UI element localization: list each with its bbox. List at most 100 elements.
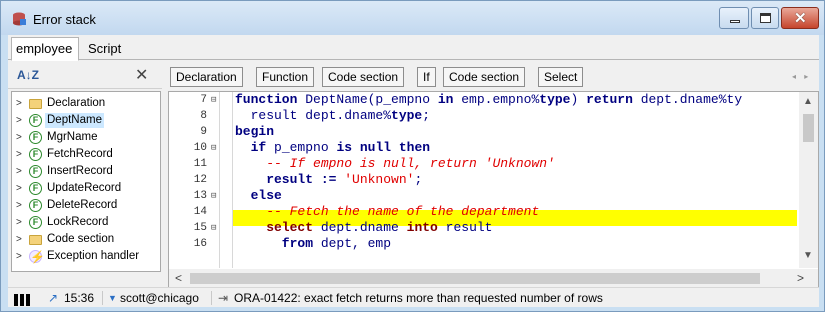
folder-icon bbox=[29, 235, 42, 245]
gutter-divider bbox=[219, 92, 220, 268]
line-number: 15 bbox=[193, 222, 207, 234]
tree-item-updaterecord[interactable]: > F UpdateRecord bbox=[12, 181, 160, 196]
error-stack-window: Error stack ✕ employee Script A↓Z ✕ > De… bbox=[0, 0, 825, 312]
function-icon: F bbox=[29, 216, 42, 229]
function-icon: F bbox=[29, 148, 42, 161]
code-line-11: -- If empno is null, return 'Unknown' bbox=[235, 156, 555, 171]
tree-item-label: FetchRecord bbox=[47, 148, 113, 160]
code-line-14: -- Fetch the name of the department bbox=[235, 204, 540, 219]
line-number: 9 bbox=[200, 126, 207, 138]
gutter-divider bbox=[232, 92, 233, 268]
status-separator bbox=[211, 291, 212, 305]
window-title: Error stack bbox=[33, 12, 96, 27]
horizontal-scrollbar[interactable]: < > bbox=[169, 269, 818, 288]
vertical-scrollbar[interactable]: ▲ ▼ bbox=[799, 92, 818, 268]
breadcrumb-select[interactable]: Select bbox=[538, 67, 584, 87]
breadcrumb-declaration[interactable]: Declaration bbox=[170, 67, 243, 87]
status-message: ORA-01422: exact fetch returns more than… bbox=[234, 291, 603, 305]
pin-icon[interactable]: ↗ bbox=[48, 288, 58, 308]
fold-minus-icon[interactable]: ⊟ bbox=[211, 223, 216, 233]
folder-icon bbox=[29, 99, 42, 109]
breadcrumb-if[interactable]: If bbox=[417, 67, 436, 87]
maximize-button[interactable] bbox=[751, 7, 779, 29]
chevron-right-icon[interactable]: > bbox=[16, 249, 22, 264]
tree-item-code-section[interactable]: > Code section bbox=[12, 232, 160, 247]
fold-minus-icon[interactable]: ⊟ bbox=[211, 95, 216, 105]
minimize-button[interactable] bbox=[719, 7, 749, 29]
tree-item-deleterecord[interactable]: > F DeleteRecord bbox=[12, 198, 160, 213]
tree-item-label: UpdateRecord bbox=[47, 182, 122, 194]
code-line-9: begin bbox=[235, 124, 275, 139]
chevron-right-icon[interactable]: > bbox=[16, 113, 22, 128]
chevron-right-icon[interactable]: > bbox=[16, 198, 22, 213]
function-icon: F bbox=[29, 199, 42, 212]
client-area: employee Script A↓Z ✕ > Declaration > F … bbox=[8, 35, 819, 307]
status-bar: ↗ 15:36 ▼ scott@chicago ⇥ ORA-01422: exa… bbox=[8, 287, 819, 307]
tree-item-lockrecord[interactable]: > F LockRecord bbox=[12, 215, 160, 230]
code-line-13: else bbox=[235, 188, 282, 203]
line-number: 13 bbox=[193, 190, 207, 202]
tab-employee[interactable]: employee bbox=[11, 37, 80, 61]
breadcrumb-code-section[interactable]: Code section bbox=[322, 67, 405, 87]
code-editor[interactable]: 7 ⊟ 8 9 10 ⊟ 11 12 13 ⊟ 14 15 ⊟ 16 funct… bbox=[168, 91, 819, 289]
chevron-down-icon[interactable]: ▼ bbox=[108, 288, 117, 308]
code-panel: Declaration Function Code section If Cod… bbox=[168, 61, 819, 289]
line-number: 8 bbox=[200, 110, 207, 122]
minimize-icon bbox=[730, 20, 740, 23]
structure-tree: > Declaration > F DeptName > F MgrName >… bbox=[11, 91, 161, 272]
close-icon: ✕ bbox=[794, 10, 807, 27]
chevron-right-icon[interactable]: > bbox=[16, 181, 22, 196]
chevron-right-icon[interactable]: > bbox=[16, 96, 22, 111]
breadcrumb-scroll-icon[interactable]: ◂ ▸ bbox=[792, 72, 811, 81]
code-line-10: if p_empno is null then bbox=[235, 140, 431, 155]
tree-item-label: Declaration bbox=[47, 97, 106, 109]
tree-item-label: DeptName bbox=[45, 113, 104, 128]
maximize-icon bbox=[760, 13, 771, 23]
chevron-right-icon[interactable]: > bbox=[16, 130, 22, 145]
code-line-16: from dept, emp bbox=[235, 236, 392, 251]
title-bar[interactable]: Error stack ✕ bbox=[1, 1, 824, 35]
fold-minus-icon[interactable]: ⊟ bbox=[211, 191, 216, 201]
chevron-right-icon[interactable]: > bbox=[16, 147, 22, 162]
sort-az-icon[interactable]: A↓Z bbox=[17, 68, 39, 82]
close-button[interactable]: ✕ bbox=[781, 7, 819, 29]
function-icon: F bbox=[29, 165, 42, 178]
tree-item-label: InsertRecord bbox=[47, 165, 113, 177]
exception-icon: ⚡ bbox=[29, 250, 45, 264]
scroll-right-icon[interactable]: > bbox=[797, 271, 804, 285]
tab-strip: employee Script bbox=[8, 35, 819, 61]
tree-item-exception-handler[interactable]: > ⚡ Exception handler bbox=[12, 249, 160, 264]
tab-script[interactable]: Script bbox=[84, 38, 127, 60]
tree-item-fetchrecord[interactable]: > F FetchRecord bbox=[12, 147, 160, 162]
function-icon: F bbox=[29, 131, 42, 144]
breadcrumb-code-section-2[interactable]: Code section bbox=[443, 67, 526, 87]
scroll-down-icon[interactable]: ▼ bbox=[803, 250, 813, 261]
tree-item-mgrname[interactable]: > F MgrName bbox=[12, 130, 160, 145]
code-line-8: result dept.dname%type; bbox=[235, 108, 431, 123]
line-number: 7 bbox=[200, 94, 207, 106]
vertical-scroll-thumb[interactable] bbox=[803, 114, 814, 142]
tree-header: A↓Z ✕ bbox=[8, 61, 162, 89]
tree-item-deptname[interactable]: > F DeptName bbox=[12, 113, 160, 128]
status-time: 15:36 bbox=[64, 291, 95, 305]
breadcrumb-function[interactable]: Function bbox=[256, 67, 315, 87]
function-icon: F bbox=[29, 182, 42, 195]
fold-minus-icon[interactable]: ⊟ bbox=[211, 143, 216, 153]
chevron-right-icon[interactable]: > bbox=[16, 164, 22, 179]
error-pin-icon: ⇥ bbox=[218, 291, 229, 305]
horizontal-scroll-thumb[interactable] bbox=[190, 273, 760, 284]
tree-item-declaration[interactable]: > Declaration bbox=[12, 96, 160, 111]
chevron-right-icon[interactable]: > bbox=[16, 215, 22, 230]
line-number: 14 bbox=[193, 206, 207, 218]
chevron-right-icon[interactable]: > bbox=[16, 232, 22, 247]
scroll-up-icon[interactable]: ▲ bbox=[803, 96, 813, 107]
scroll-left-icon[interactable]: < bbox=[175, 271, 182, 285]
close-panel-icon[interactable]: ✕ bbox=[135, 65, 148, 85]
tree-item-label: DeleteRecord bbox=[47, 199, 118, 211]
progress-blocks-icon bbox=[14, 292, 32, 312]
tree-item-insertrecord[interactable]: > F InsertRecord bbox=[12, 164, 160, 179]
status-separator bbox=[102, 291, 103, 305]
tree-item-label: LockRecord bbox=[47, 216, 109, 228]
database-stack-icon bbox=[13, 12, 26, 26]
status-connection[interactable]: scott@chicago bbox=[120, 288, 199, 308]
